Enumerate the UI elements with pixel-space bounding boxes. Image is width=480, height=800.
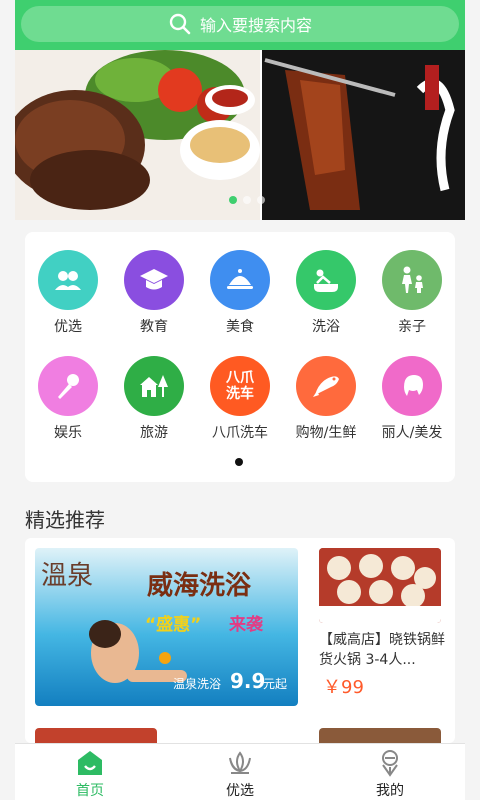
category-lvyou[interactable]: 旅游	[111, 356, 197, 442]
category-yule[interactable]: 娱乐	[25, 356, 111, 442]
banner-dot[interactable]	[229, 196, 237, 204]
ad-slogan-a: “盛惠”	[145, 614, 201, 635]
category-label: 亲子	[398, 319, 426, 335]
home-icon	[78, 751, 102, 775]
house-tree-icon	[124, 356, 184, 416]
top-header: 输入要搜索内容	[15, 0, 465, 50]
next-row-thumbnail[interactable]	[319, 728, 441, 743]
item-price: ￥99	[323, 677, 364, 698]
promo-ad-banner[interactable]: 溫泉 威海洗浴 “盛惠” 来袭 温泉洗浴 9.9 元起	[35, 548, 298, 706]
category-meishi[interactable]: 美食	[197, 250, 283, 336]
section-title: 精选推荐	[25, 508, 105, 532]
tab-profile[interactable]: 我的	[340, 748, 440, 800]
category-label: 旅游	[140, 425, 168, 441]
next-row-thumbnail[interactable]	[35, 728, 157, 743]
search-placeholder: 输入要搜索内容	[199, 16, 312, 35]
banner-dot[interactable]	[243, 196, 251, 204]
category-label: 优选	[54, 319, 82, 335]
category-label: 洗浴	[312, 319, 340, 335]
search-icon	[169, 13, 191, 35]
banner-image	[15, 50, 465, 220]
tab-home[interactable]: 首页	[40, 748, 140, 800]
microphone-icon	[38, 356, 98, 416]
graduation-cap-icon	[124, 250, 184, 310]
fish-icon	[296, 356, 356, 416]
ad-price: 9.9	[230, 669, 265, 693]
ad-slogan-b: 来袭	[228, 614, 264, 635]
banner-indicator	[229, 196, 265, 204]
parent-child-icon	[382, 250, 442, 310]
category-gouwu-shengxian[interactable]: 购物/生鲜	[283, 356, 369, 442]
recommend-card: 溫泉 威海洗浴 “盛惠” 来袭 温泉洗浴 9.9 元起 【威高店】晓铁锅鲜货火锅…	[25, 538, 455, 743]
item-title[interactable]: 【威高店】晓铁锅鲜货火锅 3-4人...	[319, 630, 447, 670]
category-qinzi[interactable]: 亲子	[369, 250, 455, 336]
ad-price-unit: 元起	[263, 677, 287, 691]
category-liren-meifa[interactable]: 丽人/美发	[369, 356, 455, 442]
item-thumbnail[interactable]	[319, 548, 441, 623]
hotpot-image	[319, 548, 441, 623]
tab-label: 我的	[376, 783, 404, 799]
category-grid: 优选 教育 美食 洗浴 亲子 娱乐 旅游 八爪 洗车 八爪洗车 购物/生鲜 丽人…	[25, 232, 455, 482]
tab-youxuan[interactable]: 优选	[190, 748, 290, 800]
promo-ad-image: 溫泉 威海洗浴 “盛惠” 来袭 温泉洗浴 9.9 元起	[35, 548, 298, 706]
next-row-ad[interactable]	[185, 728, 295, 743]
profile-icon	[382, 750, 398, 777]
category-pager-dot[interactable]	[235, 458, 243, 466]
search-bar[interactable]: 输入要搜索内容	[21, 6, 459, 42]
woman-hair-icon	[382, 356, 442, 416]
app-screen: 输入要搜索内容 优选 教育 美食 洗浴 亲子 娱乐 旅游 八爪 洗车 八爪洗车 …	[15, 0, 465, 800]
ad-brand: 溫泉	[41, 561, 93, 591]
cloche-icon	[210, 250, 270, 310]
category-jiaoyu[interactable]: 教育	[111, 250, 197, 336]
category-youxuan[interactable]: 优选	[25, 250, 111, 336]
lotus-icon	[229, 751, 251, 774]
category-label: 购物/生鲜	[295, 425, 357, 441]
bottom-tab-bar: 首页 优选 我的	[15, 743, 465, 800]
category-label: 教育	[140, 319, 168, 335]
ad-headline: 威海洗浴	[147, 570, 252, 601]
category-xiyu[interactable]: 洗浴	[283, 250, 369, 336]
tab-label: 首页	[76, 783, 104, 799]
banner-dot[interactable]	[257, 196, 265, 204]
tab-label: 优选	[226, 783, 254, 799]
ad-price-line: 温泉洗浴	[173, 677, 221, 691]
category-label: 娱乐	[54, 425, 82, 441]
category-label: 八爪洗车	[212, 425, 268, 441]
banner-carousel[interactable]	[15, 50, 465, 220]
users-icon	[38, 250, 98, 310]
category-label: 丽人/美发	[381, 425, 443, 441]
category-label: 美食	[226, 319, 254, 335]
bath-icon	[296, 250, 356, 310]
car-wash-badge-icon: 八爪 洗车	[210, 356, 270, 416]
category-bazhua-xiche[interactable]: 八爪 洗车 八爪洗车	[197, 356, 283, 442]
